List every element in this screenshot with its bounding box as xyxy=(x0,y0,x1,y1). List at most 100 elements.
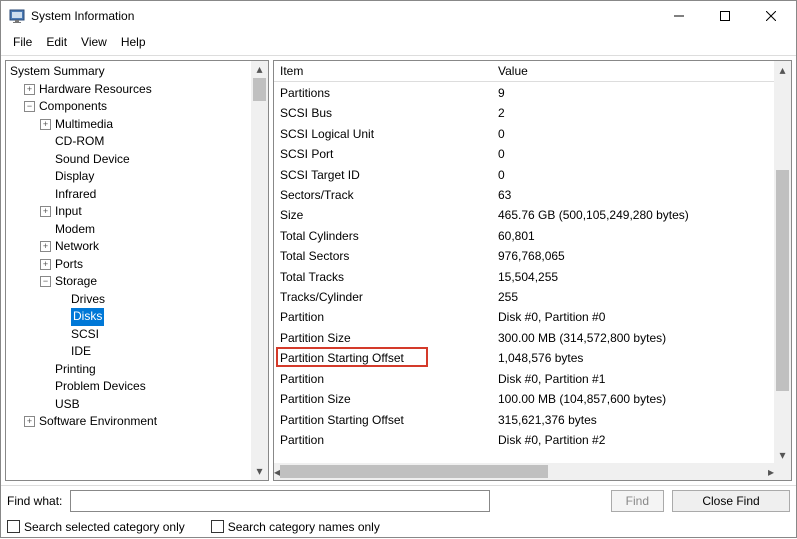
cell-item: Partition Size xyxy=(274,328,492,348)
tree-cdrom[interactable]: CD-ROM xyxy=(10,133,268,151)
cell-value: Disk #0, Partition #0 xyxy=(492,307,774,327)
tree-usb[interactable]: USB xyxy=(10,396,268,414)
data-row[interactable]: Partition Size300.00 MB (314,572,800 byt… xyxy=(274,328,774,348)
cell-item: Partition Size xyxy=(274,389,492,409)
scroll-down-icon[interactable]: ▾ xyxy=(251,463,268,480)
tree-ports[interactable]: +Ports xyxy=(10,256,268,274)
data-row[interactable]: SCSI Target ID0 xyxy=(274,165,774,185)
expand-icon[interactable]: + xyxy=(24,416,35,427)
data-row[interactable]: Partition Starting Offset315,621,376 byt… xyxy=(274,410,774,430)
tree-components[interactable]: −Components xyxy=(10,98,268,116)
search-selected-only-checkbox[interactable]: Search selected category only xyxy=(7,520,185,534)
close-button[interactable] xyxy=(748,2,794,30)
titlebar[interactable]: System Information xyxy=(1,1,796,31)
cell-value: 0 xyxy=(492,144,774,164)
tree-infrared[interactable]: Infrared xyxy=(10,186,268,204)
find-input[interactable] xyxy=(70,490,490,512)
cell-value: 63 xyxy=(492,185,774,205)
cell-item: Total Cylinders xyxy=(274,226,492,246)
tree-drives[interactable]: Drives xyxy=(10,291,268,309)
cell-item: Sectors/Track xyxy=(274,185,492,205)
data-row[interactable]: Partition Starting Offset1,048,576 bytes xyxy=(274,348,774,368)
cell-value: 15,504,255 xyxy=(492,267,774,287)
cell-item: SCSI Port xyxy=(274,144,492,164)
expand-icon[interactable]: + xyxy=(40,119,51,130)
data-row[interactable]: Size465.76 GB (500,105,249,280 bytes) xyxy=(274,205,774,225)
data-row[interactable]: PartitionDisk #0, Partition #1 xyxy=(274,369,774,389)
data-row[interactable]: SCSI Port0 xyxy=(274,144,774,164)
data-row[interactable]: SCSI Logical Unit0 xyxy=(274,124,774,144)
find-button[interactable]: Find xyxy=(611,490,664,512)
col-item[interactable]: Item xyxy=(274,61,492,81)
tree-root[interactable]: System Summary xyxy=(10,63,268,81)
data-row[interactable]: Sectors/Track63 xyxy=(274,185,774,205)
tree-sound-device[interactable]: Sound Device xyxy=(10,151,268,169)
menu-view[interactable]: View xyxy=(75,33,113,51)
cell-value: 315,621,376 bytes xyxy=(492,410,774,430)
details-body[interactable]: Partitions9SCSI Bus2SCSI Logical Unit0SC… xyxy=(274,83,774,463)
data-row[interactable]: SCSI Bus2 xyxy=(274,103,774,123)
tree-problem-devices[interactable]: Problem Devices xyxy=(10,378,268,396)
menubar: File Edit View Help xyxy=(1,31,796,55)
find-bar: Find what: Find Close Find xyxy=(1,485,796,515)
data-row[interactable]: Partition Size100.00 MB (104,857,600 byt… xyxy=(274,389,774,409)
tree-hardware-resources[interactable]: +Hardware Resources xyxy=(10,81,268,99)
cell-value: 255 xyxy=(492,287,774,307)
tree-modem[interactable]: Modem xyxy=(10,221,268,239)
minimize-button[interactable] xyxy=(656,2,702,30)
tree-scsi[interactable]: SCSI xyxy=(10,326,268,344)
data-row[interactable]: Partitions9 xyxy=(274,83,774,103)
checkbox-icon xyxy=(211,520,224,533)
tree-multimedia[interactable]: +Multimedia xyxy=(10,116,268,134)
details-vscrollbar[interactable]: ▴ ▾ xyxy=(774,61,791,463)
search-names-only-checkbox[interactable]: Search category names only xyxy=(211,520,380,534)
app-icon xyxy=(9,8,25,24)
tree-ide[interactable]: IDE xyxy=(10,343,268,361)
scroll-down-icon[interactable]: ▾ xyxy=(774,446,791,463)
expand-icon[interactable]: + xyxy=(40,241,51,252)
find-options: Search selected category only Search cat… xyxy=(1,515,796,539)
tree-storage[interactable]: −Storage xyxy=(10,273,268,291)
tree-disks[interactable]: Disks xyxy=(10,308,268,326)
cell-value: Disk #0, Partition #1 xyxy=(492,369,774,389)
cell-value: 100.00 MB (104,857,600 bytes) xyxy=(492,389,774,409)
scroll-thumb[interactable] xyxy=(253,78,266,101)
data-row[interactable]: PartitionDisk #0, Partition #2 xyxy=(274,430,774,450)
scroll-thumb[interactable] xyxy=(280,465,548,478)
data-row[interactable]: Total Cylinders60,801 xyxy=(274,226,774,246)
menu-file[interactable]: File xyxy=(7,33,38,51)
scroll-up-icon[interactable]: ▴ xyxy=(251,61,268,78)
tree-scrollbar[interactable]: ▴ ▾ xyxy=(251,61,268,480)
cell-item: SCSI Logical Unit xyxy=(274,124,492,144)
col-value[interactable]: Value xyxy=(492,61,791,81)
cell-value: 0 xyxy=(492,124,774,144)
data-row[interactable]: Total Sectors976,768,065 xyxy=(274,246,774,266)
tree-software-environment[interactable]: +Software Environment xyxy=(10,413,268,431)
cell-item: Tracks/Cylinder xyxy=(274,287,492,307)
tree-display[interactable]: Display xyxy=(10,168,268,186)
expand-icon[interactable]: + xyxy=(40,206,51,217)
collapse-icon[interactable]: − xyxy=(24,101,35,112)
data-row[interactable]: PartitionDisk #0, Partition #0 xyxy=(274,307,774,327)
expand-icon[interactable]: + xyxy=(40,259,51,270)
collapse-icon[interactable]: − xyxy=(40,276,51,287)
menu-edit[interactable]: Edit xyxy=(40,33,73,51)
category-tree[interactable]: System Summary +Hardware Resources −Comp… xyxy=(5,60,269,481)
data-row[interactable]: Tracks/Cylinder255 xyxy=(274,287,774,307)
cell-value: 60,801 xyxy=(492,226,774,246)
cell-value: 1,048,576 bytes xyxy=(492,348,774,368)
cell-value: 9 xyxy=(492,83,774,103)
scroll-thumb[interactable] xyxy=(776,170,789,391)
tree-network[interactable]: +Network xyxy=(10,238,268,256)
maximize-button[interactable] xyxy=(702,2,748,30)
cell-item: Partition xyxy=(274,307,492,327)
tree-input[interactable]: +Input xyxy=(10,203,268,221)
menu-help[interactable]: Help xyxy=(115,33,152,51)
column-headers: Item Value xyxy=(274,61,791,82)
close-find-button[interactable]: Close Find xyxy=(672,490,790,512)
tree-printing[interactable]: Printing xyxy=(10,361,268,379)
expand-icon[interactable]: + xyxy=(24,84,35,95)
details-hscrollbar[interactable]: ◂ ▸ xyxy=(274,463,774,480)
scroll-up-icon[interactable]: ▴ xyxy=(774,61,791,78)
data-row[interactable]: Total Tracks15,504,255 xyxy=(274,267,774,287)
